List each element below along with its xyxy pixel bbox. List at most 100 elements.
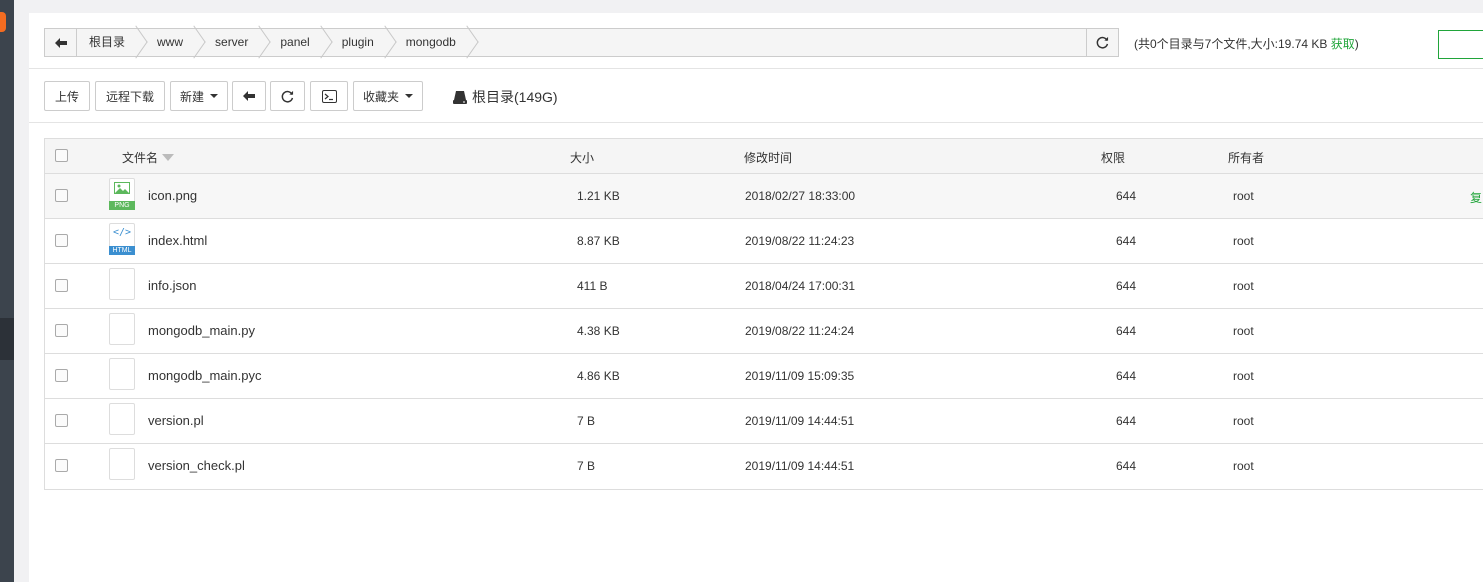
file-size: 7 B	[577, 414, 596, 428]
file-name[interactable]: index.html	[148, 233, 207, 248]
breadcrumb-item[interactable]: panel	[268, 29, 321, 56]
hard-drive-icon	[453, 90, 467, 104]
table-row[interactable]: info.json 411 B 2018/04/24 17:00:31 644 …	[45, 264, 1483, 309]
code-icon: </>	[112, 227, 132, 238]
column-header-size[interactable]: 大小	[570, 149, 594, 166]
file-name[interactable]: version.pl	[148, 413, 204, 428]
table-row[interactable]: mongodb_main.pyc 4.86 KB 2019/11/09 15:0…	[45, 354, 1483, 399]
summary-text: (共0个目录与7个文件,大小:19.74 KB	[1134, 37, 1328, 51]
back-button[interactable]	[232, 81, 266, 111]
remote-download-button[interactable]: 远程下载	[95, 81, 165, 111]
file-type-tag: HTML	[109, 246, 135, 255]
row-checkbox[interactable]	[55, 189, 68, 202]
breadcrumb-item[interactable]: server	[203, 29, 260, 56]
file-owner[interactable]: root	[1233, 414, 1254, 428]
breadcrumb: 根目录 www server panel plugin mongodb	[77, 29, 476, 56]
table-row[interactable]: </> HTML index.html 8.87 KB 2019/08/22 1…	[45, 219, 1483, 264]
upload-label: 上传	[54, 89, 79, 104]
row-checkbox[interactable]	[55, 414, 68, 427]
disk-selector[interactable]: 根目录(149G)	[453, 87, 558, 107]
file-mtime: 2018/04/24 17:00:31	[745, 279, 856, 293]
table-row[interactable]: mongodb_main.py 4.38 KB 2019/08/22 11:24…	[45, 309, 1483, 354]
row-checkbox[interactable]	[55, 324, 68, 337]
summary-close: )	[1354, 37, 1359, 51]
file-name[interactable]: mongodb_main.py	[148, 323, 255, 338]
file-mtime: 2019/08/22 11:24:23	[745, 234, 855, 248]
breadcrumb-item[interactable]: 根目录	[77, 29, 137, 56]
terminal-icon	[321, 89, 337, 103]
select-all-checkbox[interactable]	[55, 149, 68, 162]
file-icon	[109, 448, 135, 480]
divider	[29, 68, 1483, 69]
table-row[interactable]: PNG icon.png 1.21 KB 2018/02/27 18:33:00…	[45, 174, 1483, 219]
path-back-button[interactable]	[45, 29, 77, 56]
refresh-button[interactable]	[270, 81, 305, 111]
file-name[interactable]: mongodb_main.pyc	[148, 368, 261, 383]
get-size-link[interactable]: 获取	[1331, 37, 1355, 51]
file-size: 4.86 KB	[577, 369, 620, 383]
breadcrumb-item[interactable]: www	[145, 29, 195, 56]
column-header-name[interactable]: 文件名	[122, 149, 175, 166]
file-name[interactable]: version_check.pl	[148, 458, 245, 473]
column-header-mtime[interactable]: 修改时间	[744, 149, 792, 166]
file-permission[interactable]: 644	[1116, 459, 1136, 473]
table-row[interactable]: version.pl 7 B 2019/11/09 14:44:51 644 r…	[45, 399, 1483, 444]
file-permission[interactable]: 644	[1116, 279, 1136, 293]
row-checkbox[interactable]	[55, 459, 68, 472]
file-table: 文件名 大小 修改时间 权限 所有者 PNG icon.png 1.21 KB …	[44, 138, 1483, 490]
file-permission[interactable]: 644	[1116, 414, 1136, 428]
file-type-tag: PNG	[109, 201, 135, 210]
table-row[interactable]: version_check.pl 7 B 2019/11/09 14:44:51…	[45, 444, 1483, 489]
png-file-icon: PNG	[109, 178, 135, 210]
favorites-label: 收藏夹	[362, 89, 399, 104]
divider	[29, 122, 1483, 123]
upload-button[interactable]: 上传	[44, 81, 90, 111]
file-owner[interactable]: root	[1233, 234, 1254, 248]
file-size: 1.21 KB	[577, 189, 620, 203]
file-owner[interactable]: root	[1233, 324, 1254, 338]
row-checkbox[interactable]	[55, 369, 68, 382]
file-size: 7 B	[577, 459, 596, 473]
directory-summary: (共0个目录与7个文件,大小:19.74 KB 获取)	[1134, 35, 1359, 52]
arrow-left-icon	[243, 91, 255, 101]
image-icon	[110, 182, 134, 197]
copy-action-link[interactable]: 复	[1470, 189, 1482, 206]
search-input[interactable]	[1438, 30, 1483, 59]
file-icon	[109, 358, 135, 390]
path-bar: 根目录 www server panel plugin mongodb	[44, 28, 1119, 57]
row-checkbox[interactable]	[55, 234, 68, 247]
chevron-down-icon	[405, 94, 413, 98]
file-permission[interactable]: 644	[1116, 189, 1136, 203]
file-mtime: 2018/02/27 18:33:00	[745, 189, 856, 203]
file-size: 411 B	[577, 279, 608, 293]
file-name[interactable]: info.json	[148, 278, 196, 293]
new-dropdown-button[interactable]: 新建	[170, 81, 228, 111]
refresh-icon	[281, 90, 294, 103]
terminal-button[interactable]	[310, 81, 348, 111]
breadcrumb-item[interactable]: mongodb	[394, 29, 468, 56]
file-name[interactable]: icon.png	[148, 188, 197, 203]
column-header-name-label: 文件名	[122, 151, 159, 165]
file-size: 4.38 KB	[577, 324, 620, 338]
path-refresh-button[interactable]	[1086, 29, 1118, 56]
file-owner[interactable]: root	[1233, 369, 1254, 383]
file-owner[interactable]: root	[1233, 459, 1254, 473]
file-icon	[109, 313, 135, 345]
refresh-icon	[1096, 36, 1109, 49]
file-permission[interactable]: 644	[1116, 324, 1136, 338]
chevron-down-icon	[210, 94, 218, 98]
favorites-dropdown-button[interactable]: 收藏夹	[353, 81, 423, 111]
file-owner[interactable]: root	[1233, 189, 1254, 203]
file-mtime: 2019/08/22 11:24:24	[745, 324, 855, 338]
column-header-perm[interactable]: 权限	[1101, 149, 1125, 166]
file-owner[interactable]: root	[1233, 279, 1254, 293]
column-header-owner[interactable]: 所有者	[1228, 149, 1264, 166]
breadcrumb-item[interactable]: plugin	[330, 29, 386, 56]
remote-download-label: 远程下载	[105, 89, 154, 104]
sidebar-active-item[interactable]	[0, 318, 14, 360]
file-permission[interactable]: 644	[1116, 234, 1136, 248]
notification-badge	[0, 12, 6, 32]
row-checkbox[interactable]	[55, 279, 68, 292]
html-file-icon: </> HTML	[109, 223, 135, 255]
file-permission[interactable]: 644	[1116, 369, 1136, 383]
